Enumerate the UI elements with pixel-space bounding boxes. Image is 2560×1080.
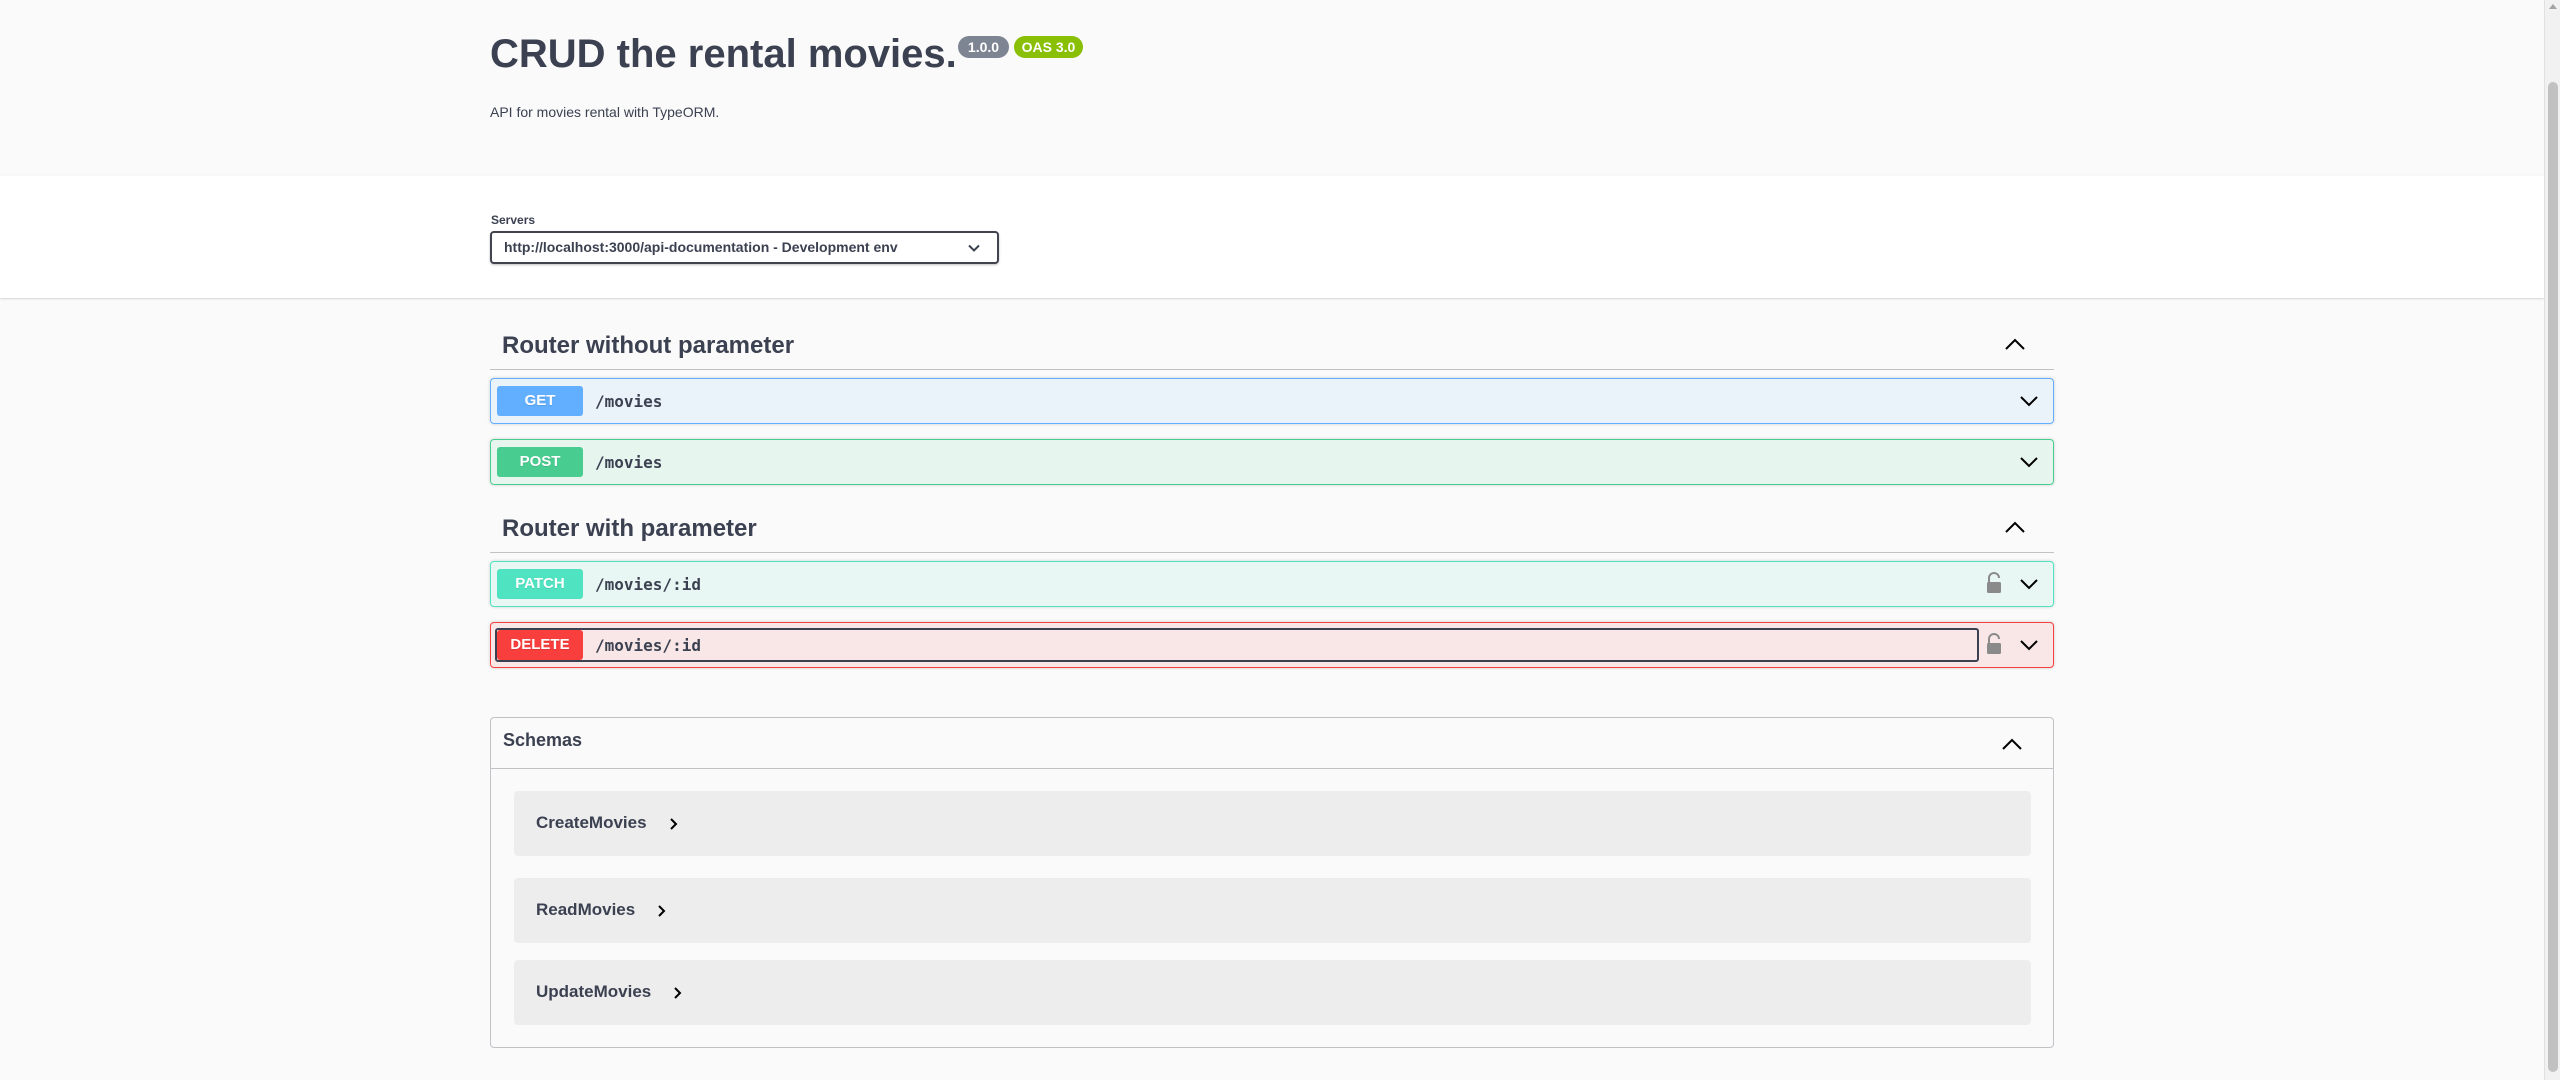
- operation-delete-movies-id[interactable]: DELETE /movies/:id: [490, 622, 2054, 668]
- schema-model-name: CreateMovies: [536, 813, 647, 832]
- schema-model-name: ReadMovies: [536, 900, 636, 919]
- chevron-right-icon: [674, 987, 682, 999]
- version-badge: 1.0.0: [958, 36, 1009, 58]
- chevron-down-icon: [968, 244, 980, 252]
- schemas-title: Schemas: [503, 730, 583, 750]
- api-description: API for movies rental with TypeORM.: [490, 104, 720, 120]
- schema-model-name: UpdateMovies: [536, 982, 652, 1001]
- servers-label: Servers: [491, 213, 536, 227]
- operation-path: /movies: [595, 453, 663, 472]
- chevron-right-icon: [658, 905, 666, 917]
- method-badge: PATCH: [497, 569, 583, 599]
- chevron-up-icon[interactable]: [2004, 519, 2026, 535]
- chevron-right-icon: [670, 818, 678, 830]
- tag-title: Router with parameter: [502, 515, 757, 542]
- servers-select[interactable]: http://localhost:3000/api-documentation …: [490, 231, 999, 264]
- focus-outline: [495, 628, 1979, 662]
- operation-path: /movies/:id: [595, 575, 701, 594]
- method-badge: DELETE: [497, 630, 583, 660]
- schema-model-read-movies[interactable]: ReadMovies: [514, 878, 2031, 943]
- operation-post-movies[interactable]: POST /movies: [490, 439, 2054, 485]
- lock-icon[interactable]: [1985, 633, 2003, 655]
- chevron-down-icon[interactable]: [2019, 393, 2039, 409]
- vertical-scrollbar[interactable]: [2544, 0, 2560, 1080]
- schemas-section: Schemas CreateMovies ReadMovies UpdateMo…: [490, 717, 2054, 1048]
- chevron-down-icon[interactable]: [2019, 576, 2039, 592]
- servers-section: Servers http://localhost:3000/api-docume…: [0, 176, 2544, 298]
- schemas-header[interactable]: Schemas: [491, 718, 2053, 769]
- operation-get-movies[interactable]: GET /movies: [490, 378, 2054, 424]
- tag-section-router-with-parameter[interactable]: Router with parameter: [490, 503, 2054, 553]
- schema-model-update-movies[interactable]: UpdateMovies: [514, 960, 2031, 1025]
- method-badge: POST: [497, 447, 583, 477]
- tag-section-router-without-parameter[interactable]: Router without parameter: [490, 320, 2054, 370]
- chevron-down-icon[interactable]: [2019, 637, 2039, 653]
- scrollbar-thumb[interactable]: [2548, 82, 2558, 1072]
- oas-badge: OAS 3.0: [1014, 36, 1083, 58]
- swagger-ui: CRUD the rental movies. 1.0.0 OAS 3.0 AP…: [0, 0, 2544, 1080]
- operation-path: /movies/:id: [595, 636, 701, 655]
- scroll-up-arrow[interactable]: [2549, 4, 2557, 9]
- chevron-up-icon[interactable]: [2001, 736, 2023, 752]
- schema-model-create-movies[interactable]: CreateMovies: [514, 791, 2031, 856]
- lock-icon[interactable]: [1985, 572, 2003, 594]
- method-badge: GET: [497, 386, 583, 416]
- tag-title: Router without parameter: [502, 332, 795, 359]
- servers-selected-value: http://localhost:3000/api-documentation …: [504, 239, 898, 255]
- info-section: CRUD the rental movies. 1.0.0 OAS 3.0 AP…: [0, 0, 2544, 176]
- chevron-up-icon[interactable]: [2004, 336, 2026, 352]
- operation-patch-movies-id[interactable]: PATCH /movies/:id: [490, 561, 2054, 607]
- operation-path: /movies: [595, 392, 663, 411]
- chevron-down-icon[interactable]: [2019, 454, 2039, 470]
- page-title: CRUD the rental movies.: [490, 32, 957, 76]
